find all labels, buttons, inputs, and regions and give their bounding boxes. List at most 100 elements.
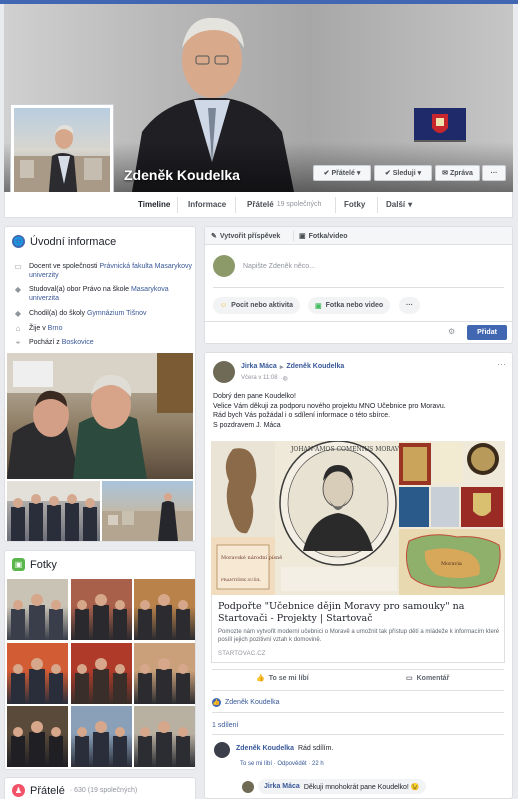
like-button[interactable]: 👍 To se mi líbí (256, 674, 309, 683)
share-count-link[interactable]: 1 sdílení (212, 722, 238, 729)
messenger-icon: ✉ (442, 170, 448, 177)
arrow-icon: ▸ (279, 364, 284, 371)
intro-item-link[interactable]: Boskovice (62, 339, 94, 346)
friends-title[interactable]: Přátelé (30, 785, 65, 797)
photo-thumbnail[interactable] (70, 579, 132, 640)
composer-more-label: ··· (406, 302, 413, 309)
composer-divider (213, 287, 504, 288)
comment-item: Jirka Máca Děkuji mnohokrát pane Koudelk… (258, 779, 426, 794)
post-button[interactable]: Přidat (467, 325, 507, 340)
link-preview-title[interactable]: Podpořte "Učebnice dějin Moravy pro samo… (218, 601, 500, 625)
follow-button-label: Sleduji (392, 169, 416, 177)
profile-picture[interactable] (10, 104, 114, 206)
follow-button[interactable]: ✔ Sleduji ▾ (374, 165, 432, 181)
check-icon: ✔ (323, 170, 330, 177)
nav-divider (335, 197, 336, 213)
friends-card: ♟ Přátelé · 630 (19 společných) (4, 777, 196, 799)
privacy-gear-icon[interactable]: ⚙ (448, 327, 455, 336)
graduation-cap-icon: ◆ (14, 285, 22, 294)
comment-author-link[interactable]: Jirka Máca (264, 783, 300, 790)
photos-title[interactable]: Fotky (30, 559, 57, 571)
comment-author-link[interactable]: Zdeněk Koudelka (236, 745, 294, 752)
post-text-line: S pozdravem J. Máca (213, 421, 281, 429)
intro-title: Úvodní informace (30, 235, 117, 248)
composer-more-button[interactable]: ··· (399, 297, 420, 314)
share-count[interactable]: 1 sdílení (212, 722, 238, 729)
friends-icon: ♟ (12, 784, 25, 797)
smiley-icon: ☺ (220, 302, 228, 309)
intro-item-text: Chodil(a) do školy (29, 310, 87, 317)
collage-image: JOHAN·AMOS COMENIUS MORAVUS A'XVII Morav… (211, 441, 505, 595)
message-button[interactable]: ✉ Zpráva (435, 165, 480, 181)
link-preview-description: Pomozte nám vytvořit moderní učebnici o … (218, 629, 500, 643)
post-target-link[interactable]: Zdeněk Koudelka (286, 363, 344, 371)
intro-item-work: ▭ Docent ve společnosti Právnická fakult… (13, 262, 193, 280)
post-author-link[interactable]: Jirka Máca (241, 363, 277, 371)
tab-photos[interactable]: Fotky (344, 192, 365, 217)
comment-item: Zdeněk Koudelka Rád sdílím. (236, 745, 333, 752)
featured-photo-city[interactable] (102, 481, 193, 541)
tab-more-label: Další (386, 200, 406, 209)
feeling-activity-button[interactable]: ☺ Pocit nebo aktivita (213, 297, 301, 314)
intro-item-lives: ⌂ Žije v Brno (13, 324, 193, 333)
avatar[interactable] (242, 781, 254, 793)
comment-button[interactable]: ▭ Komentář (406, 674, 449, 683)
link-preview[interactable]: Podpořte "Učebnice dějin Moravy pro samo… (211, 595, 505, 663)
photo-grid (7, 579, 195, 767)
post-header: Jirka Máca ▸ Zdeněk Koudelka (241, 363, 344, 371)
comment-actions[interactable]: To se mi líbí · Odpovědět · 22 h (240, 761, 324, 767)
photos-header: ▣ Fotky (12, 558, 57, 571)
post-menu-button[interactable]: ··· (497, 359, 506, 369)
composer-input[interactable]: Napište Zdeněk něco... (243, 263, 315, 270)
tab-friends-count: 19 společných (276, 201, 322, 208)
friends-header: ♟ Přátelé · 630 (19 společných) (12, 784, 137, 797)
photo-thumbnail[interactable] (70, 706, 132, 767)
featured-photo-large[interactable] (7, 353, 193, 479)
intro-item-text: Docent ve společnosti (29, 263, 100, 270)
check-icon: ✔ (384, 170, 391, 177)
photo-thumbnail[interactable] (70, 642, 132, 704)
tab-create-post-label: Vytvořit příspěvek (219, 232, 281, 240)
tab-timeline[interactable]: Timeline (138, 192, 170, 217)
post-share-divider (212, 712, 504, 713)
post-action-divider (212, 669, 504, 670)
reaction-name-link[interactable]: Zdeněk Koudelka (225, 699, 279, 706)
featured-photo-group[interactable] (7, 481, 100, 541)
tab-friends[interactable]: Přátelé 19 společných (247, 192, 321, 217)
tab-about-label: Informace (188, 200, 227, 209)
photo-thumbnail[interactable] (7, 706, 68, 767)
link-preview-image[interactable]: JOHAN·AMOS COMENIUS MORAVUS A'XVII Morav… (211, 441, 505, 595)
songbook-author: FRANTIŠEK SUŠIL (221, 577, 261, 582)
photo-thumbnail[interactable] (7, 579, 68, 640)
friends-button[interactable]: ✔ Přátelé ▾ (313, 165, 371, 181)
comment-text: Děkuji mnohokrát pane Koudelko! 😉 (303, 783, 420, 791)
post-reaction-divider (212, 690, 504, 691)
flag-image (414, 108, 466, 142)
tab-more[interactable]: Další ▾ (386, 192, 412, 217)
photo-thumbnail[interactable] (134, 706, 195, 767)
tab-create-post[interactable]: ✎ Vytvořit příspěvek (211, 232, 281, 241)
intro-item-link[interactable]: Brno (48, 325, 63, 332)
nav-divider (377, 197, 378, 213)
photo-thumbnail[interactable] (134, 579, 195, 640)
reaction-summary[interactable]: 👍 Zdeněk Koudelka (212, 698, 279, 707)
tab-about[interactable]: Informace (188, 192, 226, 217)
avatar[interactable] (213, 361, 235, 383)
more-button[interactable]: ··· (482, 165, 506, 181)
chevron-down-icon: ▾ (356, 170, 361, 177)
intro-item-link[interactable]: Gymnázium Tišnov (87, 310, 147, 317)
photos-card: ▣ Fotky (4, 550, 196, 770)
intro-item-from: ⌖ Pochází z Boskovice (13, 338, 193, 347)
profile-name[interactable]: Zdeněk Koudelka (124, 167, 240, 183)
tab-photo-video[interactable]: ▣ Fotka/video (299, 232, 348, 241)
photo-thumbnail[interactable] (7, 642, 68, 704)
post-timestamp[interactable]: Včera v 11:08 (241, 375, 278, 382)
photo-video-button[interactable]: ▣ Fotka nebo video (308, 297, 391, 314)
graduation-cap-icon: ◆ (14, 309, 22, 318)
photo-thumbnail[interactable] (134, 642, 195, 704)
avatar[interactable] (214, 742, 230, 758)
photo-icon: ▣ (315, 302, 322, 310)
post-text-line: Dobrý den pane Koudelko! (213, 393, 296, 400)
profile-picture-image (14, 108, 110, 202)
post-comments-divider (212, 734, 504, 735)
